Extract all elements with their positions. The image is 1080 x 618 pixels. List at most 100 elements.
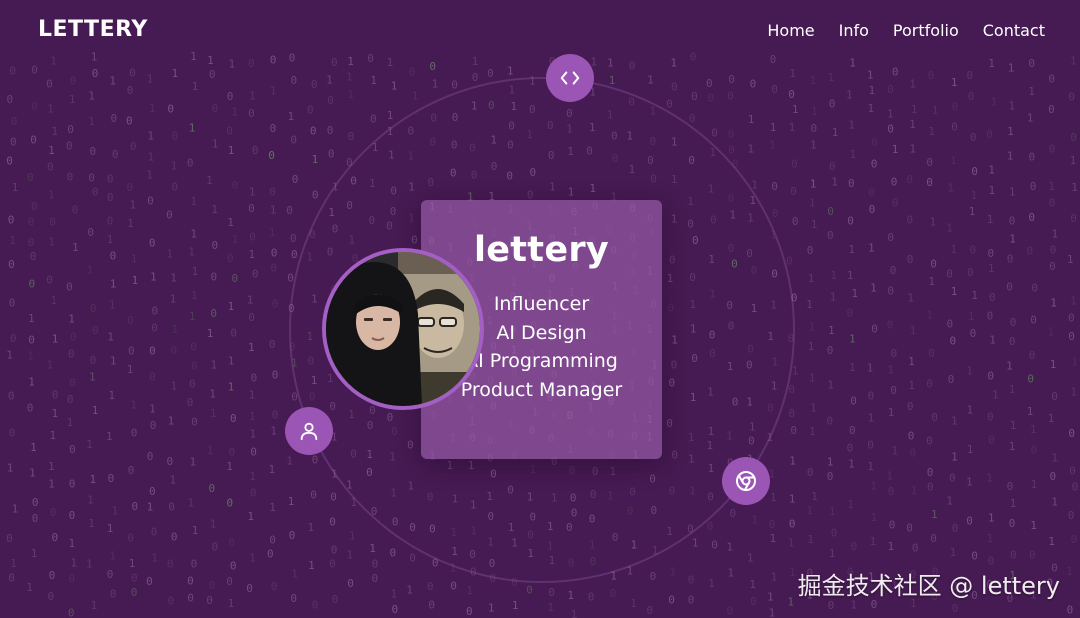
matrix-digit: 1 [950, 154, 957, 167]
matrix-digit: 0 [347, 577, 354, 590]
matrix-digit: 1 [110, 277, 117, 290]
nav-info-link[interactable]: Info [839, 21, 869, 40]
matrix-digit: 0 [27, 171, 34, 184]
matrix-digit: 0 [312, 599, 319, 612]
matrix-digit: 1 [868, 102, 875, 115]
matrix-digit: 1 [231, 106, 238, 119]
matrix-digit: 1 [989, 334, 996, 347]
matrix-digit: 1 [966, 475, 973, 488]
matrix-digit: 1 [1027, 112, 1034, 125]
matrix-digit: 0 [129, 67, 136, 80]
matrix-digit: 1 [249, 186, 256, 199]
matrix-digit: 0 [871, 158, 878, 171]
matrix-digit: 0 [1028, 211, 1035, 224]
matrix-digit: 0 [1049, 260, 1056, 273]
matrix-digit: 1 [547, 601, 554, 614]
matrix-digit: 0 [189, 378, 196, 391]
user-icon [300, 422, 318, 441]
matrix-digit: 0 [1010, 549, 1017, 562]
matrix-digit: 0 [847, 307, 854, 320]
nav-portfolio-link[interactable]: Portfolio [893, 21, 959, 40]
matrix-digit: 1 [288, 110, 295, 123]
matrix-digit: 0 [372, 557, 379, 570]
matrix-digit: 1 [26, 581, 33, 594]
matrix-digit: 0 [269, 186, 276, 199]
matrix-digit: 1 [48, 460, 55, 473]
nav-home-link[interactable]: Home [767, 21, 814, 40]
matrix-digit: 0 [111, 112, 118, 125]
matrix-digit: 0 [212, 102, 219, 115]
matrix-digit: 1 [789, 493, 796, 506]
matrix-digit: 0 [1007, 253, 1014, 266]
matrix-digit: 0 [269, 338, 276, 351]
matrix-digit: 0 [32, 496, 39, 509]
matrix-digit: 1 [228, 597, 235, 610]
matrix-digit: 1 [130, 398, 137, 411]
matrix-digit: 0 [9, 297, 16, 310]
matrix-digit: 1 [886, 470, 893, 483]
matrix-digit: 0 [650, 570, 657, 583]
matrix-digit: 0 [871, 135, 878, 148]
matrix-digit: 0 [891, 347, 898, 360]
matrix-digit: 0 [887, 231, 894, 244]
matrix-digit: 0 [187, 396, 194, 409]
matrix-digit: 1 [107, 331, 114, 344]
user-orbit-button[interactable] [285, 407, 333, 455]
matrix-digit: 0 [249, 231, 256, 244]
matrix-digit: 1 [951, 76, 958, 89]
matrix-digit: 1 [892, 445, 899, 458]
site-logo[interactable]: LETTERY [38, 17, 148, 42]
matrix-digit: 0 [8, 571, 15, 584]
matrix-digit: 1 [308, 521, 315, 534]
matrix-digit: 1 [192, 524, 199, 537]
matrix-digit: 0 [152, 305, 159, 318]
matrix-digit: 1 [908, 379, 915, 392]
matrix-digit: 1 [48, 477, 55, 490]
matrix-digit: 1 [192, 80, 199, 93]
matrix-digit: 1 [907, 291, 914, 304]
code-orbit-button[interactable] [546, 54, 594, 102]
matrix-digit: 1 [127, 363, 134, 376]
matrix-digit: 0 [892, 65, 899, 78]
matrix-digit: 1 [349, 529, 356, 542]
matrix-digit: 0 [409, 552, 416, 565]
matrix-digit: 1 [192, 265, 199, 278]
matrix-digit: 1 [51, 125, 58, 138]
matrix-digit: 0 [867, 438, 874, 451]
matrix-digit: 0 [966, 514, 973, 527]
matrix-digit: 0 [610, 587, 617, 600]
matrix-digit: 0 [451, 79, 458, 92]
matrix-digit: 1 [950, 546, 957, 559]
matrix-digit: 1 [172, 67, 179, 80]
matrix-digit: 1 [432, 77, 439, 90]
matrix-digit: 0 [7, 93, 14, 106]
matrix-digit: 0 [307, 104, 314, 117]
matrix-digit: 0 [727, 90, 734, 103]
matrix-digit: 0 [327, 124, 334, 137]
matrix-digit: 0 [970, 131, 977, 144]
matrix-digit: 0 [68, 572, 75, 585]
matrix-digit: 0 [348, 130, 355, 143]
matrix-digit: 1 [888, 406, 895, 419]
matrix-digit: 1 [926, 309, 933, 322]
matrix-digit: 0 [707, 520, 714, 533]
matrix-digit: 0 [252, 144, 259, 157]
matrix-digit: 1 [788, 537, 795, 550]
matrix-digit: 0 [928, 347, 935, 360]
matrix-digit: 1 [670, 566, 677, 579]
matrix-digit: 0 [112, 148, 119, 161]
matrix-digit: 1 [86, 438, 93, 451]
matrix-digit: 1 [148, 150, 155, 163]
matrix-digit: 0 [210, 307, 217, 320]
chrome-orbit-button[interactable] [722, 457, 770, 505]
matrix-digit: 1 [908, 355, 915, 368]
nav-contact-link[interactable]: Contact [983, 21, 1045, 40]
matrix-digit: 0 [1030, 314, 1037, 327]
matrix-digit: 1 [211, 358, 218, 371]
matrix-digit: 0 [987, 369, 994, 382]
matrix-digit: 0 [50, 506, 57, 519]
matrix-digit: 1 [90, 473, 97, 486]
matrix-digit: 0 [171, 180, 178, 193]
matrix-digit: 1 [88, 115, 95, 128]
matrix-digit: 0 [312, 454, 319, 467]
